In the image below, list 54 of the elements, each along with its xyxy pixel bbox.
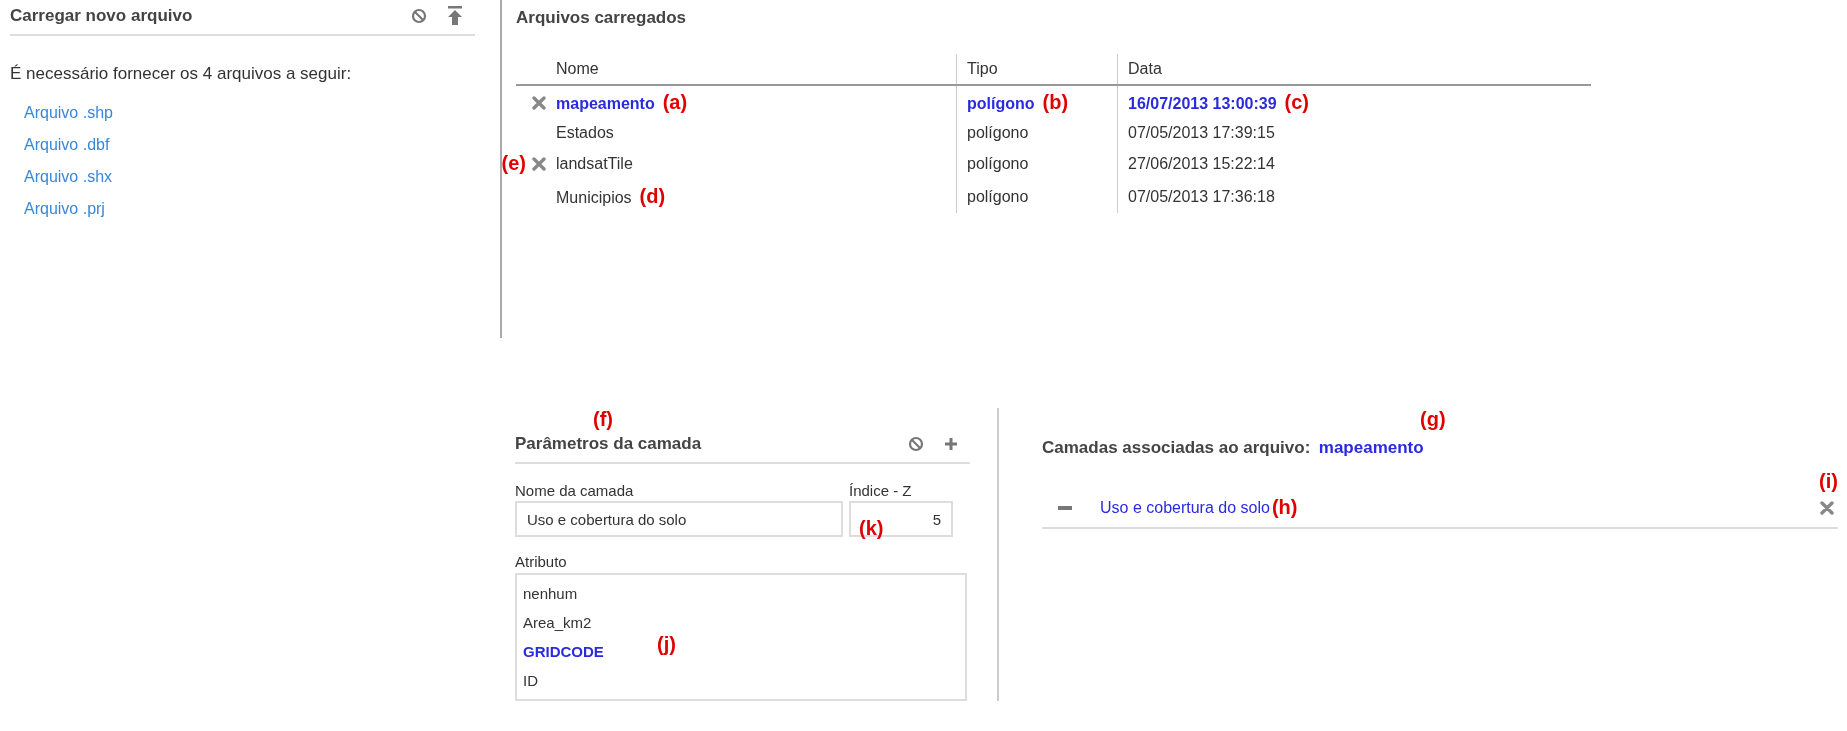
close-icon[interactable] <box>1820 500 1834 515</box>
panel-title: Camadas associadas ao arquivo: <box>1042 438 1311 457</box>
annotation-label: (k) <box>859 517 884 540</box>
panel-title: Arquivos carregados <box>516 8 688 28</box>
file-link[interactable]: Arquivo .shx <box>24 168 113 186</box>
annotation-label: (d) <box>639 185 666 207</box>
file-link[interactable]: Arquivo .shp <box>24 104 113 122</box>
list-option[interactable]: GRIDCODE <box>523 637 604 666</box>
annotation-label: (f) <box>593 408 613 430</box>
table-cell[interactable]: Municipios <box>556 189 632 206</box>
file-link[interactable]: Arquivo .dbf <box>24 136 110 154</box>
input-field[interactable]: Uso e cobertura do solo <box>515 501 843 537</box>
list-option[interactable]: Area_km2 <box>523 608 592 637</box>
list-option[interactable]: ID <box>523 666 538 695</box>
column-header: Tipo <box>956 54 1118 85</box>
table-cell[interactable]: landsatTile <box>556 154 633 172</box>
attribute-list[interactable]: nenhum Area_km2 GRIDCODE ID (j) <box>515 573 967 701</box>
close-icon[interactable] <box>532 156 546 171</box>
table-cell[interactable]: mapeamento <box>556 95 655 112</box>
column-header: Nome <box>546 54 957 85</box>
annotation-label: (b) <box>1042 91 1069 113</box>
table-cell: polígono <box>967 154 1029 172</box>
collapse-icon[interactable] <box>1058 505 1072 510</box>
block-icon[interactable] <box>908 436 924 452</box>
plus-icon[interactable] <box>944 437 958 451</box>
table-cell: polígono <box>967 95 1035 112</box>
field-label: Nome da camada <box>515 482 635 499</box>
table-cell: 07/05/2013 17:39:15 <box>1128 124 1275 141</box>
field-label: Atributo <box>515 553 567 570</box>
upload-icon[interactable] <box>447 6 463 26</box>
file-name: mapeamento <box>1318 438 1424 457</box>
annotation-label: (j) <box>657 633 676 656</box>
panel-title: Parâmetros da camada <box>515 434 702 454</box>
table-cell: polígono <box>967 187 1029 205</box>
list-option[interactable]: nenhum <box>523 579 578 608</box>
annotation-label: (a) <box>662 91 688 113</box>
block-icon[interactable] <box>411 8 427 24</box>
layer-name[interactable]: Uso e cobertura do solo <box>1100 498 1270 517</box>
instruction-text: É necessário fornecer os 4 arquivos a seguir: <box>10 64 353 84</box>
table-cell: 27/06/2013 15:22:14 <box>1128 154 1275 172</box>
annotation-label: (e) <box>501 152 526 175</box>
annotation-label: (g) <box>1420 408 1446 430</box>
table-cell: polígono <box>967 124 1029 141</box>
annotation-label: (h) <box>1271 496 1298 519</box>
table-cell: 07/05/2013 17:36:18 <box>1128 187 1275 205</box>
close-icon[interactable] <box>532 95 546 110</box>
annotation-label: (i) <box>1819 470 1838 492</box>
panel-title: Carregar novo arquivo <box>10 6 193 26</box>
table-cell: 16/07/2013 13:00:39 <box>1128 95 1277 112</box>
column-header: Data <box>1117 54 1591 85</box>
file-link[interactable]: Arquivo .prj <box>24 200 105 218</box>
field-label: Índice - Z <box>849 482 913 499</box>
annotation-label: (c) <box>1284 91 1310 113</box>
table-cell[interactable]: Estados <box>556 124 614 141</box>
